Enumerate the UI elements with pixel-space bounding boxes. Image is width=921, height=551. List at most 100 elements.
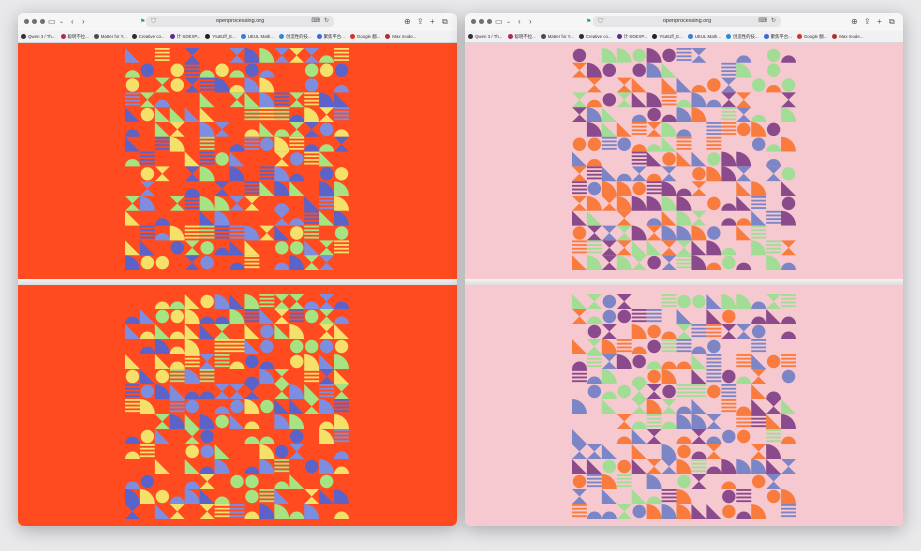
sidebar-icon[interactable]: ▭ <box>495 16 503 28</box>
bookmark-item[interactable]: Qwen 3 / Th... <box>21 34 56 39</box>
chevron-down-icon[interactable]: ⌄ <box>59 16 64 28</box>
bookmarks-bar: Qwen 3 / Th... 聪明不拉... Matter for Y... Crea… <box>465 31 903 43</box>
bookmark-item[interactable]: Google 翻... <box>349 34 380 40</box>
new-tab-icon[interactable]: + <box>430 16 435 28</box>
pattern-tile <box>572 489 587 504</box>
pattern-tile <box>781 55 796 63</box>
pattern-tile <box>721 481 737 489</box>
pattern-tile <box>304 504 320 519</box>
pattern-tile <box>199 489 215 504</box>
pattern-tile <box>125 481 140 489</box>
bookmark-item[interactable]: UEUL Math... <box>240 34 274 39</box>
pattern-tile <box>334 324 349 339</box>
pattern-tile <box>319 92 335 108</box>
bookmark-favicon-icon <box>349 34 355 39</box>
bookmark-item[interactable]: 聚焦平台... <box>316 34 345 40</box>
sketch-canvas[interactable] <box>572 48 796 270</box>
tabs-overview-icon[interactable]: ⧉ <box>889 16 895 28</box>
bookmark-item[interactable]: Max mode... <box>385 34 416 39</box>
pattern-tile <box>736 376 752 384</box>
pattern-tile <box>229 107 245 122</box>
bookmark-item[interactable]: YtuB1ff_E... <box>652 34 683 39</box>
bookmark-item[interactable]: Max mode... <box>832 34 863 39</box>
pattern-tile <box>781 262 796 270</box>
bookmark-item[interactable]: Google 翻... <box>796 33 828 40</box>
share-icon[interactable]: ⇪ <box>417 16 424 28</box>
bookmark-label: 计·SDEXP... <box>176 33 201 39</box>
pattern-tile <box>631 144 647 152</box>
bookmark-item[interactable]: 计·SDEXP... <box>169 33 201 40</box>
bookmark-label: Matter for Y... <box>100 34 127 39</box>
sketch-canvas[interactable] <box>125 294 349 519</box>
bookmark-item[interactable]: 聪明不拉... <box>60 34 89 40</box>
download-icon[interactable]: ⊕ <box>851 16 858 28</box>
bookmark-item[interactable]: Matter for Y... <box>540 34 574 39</box>
pattern-tile <box>601 210 617 226</box>
forward-icon[interactable]: › <box>82 16 85 28</box>
bookmark-item[interactable]: 计·SDEXP... <box>616 34 647 40</box>
pattern-tile <box>139 136 155 150</box>
pattern-tile <box>274 354 290 368</box>
bookmark-item[interactable]: UEUL Math... <box>687 34 721 39</box>
bookmark-item[interactable]: 创造性的技... <box>725 34 759 40</box>
pattern-tile <box>631 376 647 384</box>
tabs-overview-icon[interactable]: ⧉ <box>442 16 448 28</box>
pattern-tile <box>602 93 617 107</box>
back-icon[interactable]: ‹ <box>518 16 521 28</box>
pattern-tile <box>646 77 662 93</box>
pattern-tile <box>274 384 290 399</box>
sidebar-icon[interactable]: ▭ <box>48 16 56 28</box>
translate-icon[interactable]: ⌨ <box>311 16 320 27</box>
pattern-tile <box>319 504 334 519</box>
pattern-tile <box>244 107 260 121</box>
pattern-tile <box>661 114 677 122</box>
bookmark-item[interactable]: Creative co... <box>578 34 612 39</box>
address-bar[interactable]: ⛉ openprocessing.org ⌨ ↻ <box>146 16 334 27</box>
pattern-tile <box>736 324 752 339</box>
new-tab-icon[interactable]: + <box>877 16 882 28</box>
pattern-tile <box>706 188 722 196</box>
pattern-tile <box>244 225 260 241</box>
forward-icon[interactable]: › <box>529 16 532 28</box>
pattern-tile <box>736 218 752 226</box>
bookmark-label: Google 翻... <box>803 33 828 39</box>
address-bar[interactable]: ⛉ openprocessing.org ⌨ ↻ <box>593 16 781 27</box>
share-icon[interactable]: ⇪ <box>864 16 871 28</box>
download-icon[interactable]: ⊕ <box>404 16 411 28</box>
sketch-canvas[interactable] <box>572 294 796 519</box>
pattern-tile <box>751 384 767 399</box>
bookmark-favicon-icon <box>796 34 802 39</box>
bookmark-item[interactable]: Matter for Y... <box>93 34 127 39</box>
pattern-tile <box>676 107 692 122</box>
pattern-tile <box>259 122 275 137</box>
pattern-tile <box>290 241 304 255</box>
pattern-tile <box>721 339 737 354</box>
pattern-tile <box>169 136 185 152</box>
pattern-tile <box>334 429 349 443</box>
pattern-tile <box>781 225 796 241</box>
bookmark-favicon-icon <box>578 34 584 39</box>
bookmark-item[interactable]: Creative co... <box>131 34 165 39</box>
window-controls[interactable] <box>24 19 45 24</box>
refresh-icon[interactable]: ↻ <box>771 16 776 27</box>
sketch-canvas[interactable] <box>125 48 349 270</box>
chevron-down-icon[interactable]: ⌄ <box>506 16 511 28</box>
pattern-tile <box>125 339 140 354</box>
window-controls[interactable] <box>471 19 492 24</box>
back-icon[interactable]: ‹ <box>71 16 74 28</box>
translate-icon[interactable]: ⌨ <box>758 16 767 27</box>
bookmark-item[interactable]: YtuB1ff_E... <box>205 34 236 39</box>
pattern-tile <box>244 129 260 137</box>
pattern-tile <box>631 151 647 165</box>
bookmark-item[interactable]: 聪明不拉... <box>507 34 536 40</box>
bookmark-item[interactable]: Qwen 3 / Th... <box>468 34 503 39</box>
pattern-tile <box>751 137 766 151</box>
pattern-tile <box>781 354 796 368</box>
pattern-tile <box>706 114 722 122</box>
pattern-tile <box>736 354 752 368</box>
refresh-icon[interactable]: ↻ <box>324 16 329 27</box>
pattern-tile <box>154 414 170 429</box>
bookmark-item[interactable]: 聚焦平台... <box>763 34 792 40</box>
bookmark-item[interactable]: 创造性的技... <box>278 34 312 40</box>
pattern-tile <box>616 444 632 459</box>
